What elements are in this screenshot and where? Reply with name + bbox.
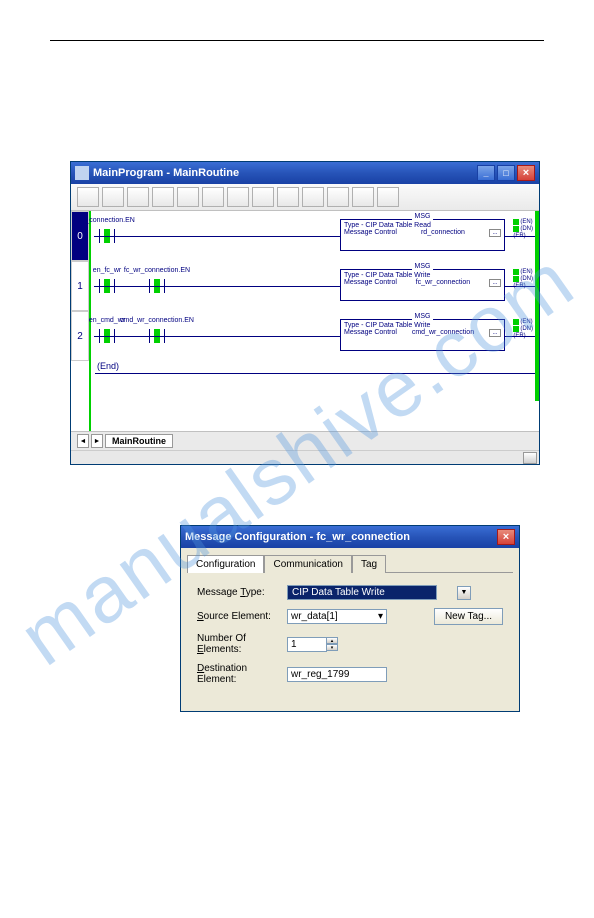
dest-element-input[interactable] [287, 667, 387, 682]
spin-up-icon[interactable]: ▴ [326, 637, 338, 644]
toolbar-btn[interactable] [302, 187, 324, 207]
dn-flag: (DN) [513, 226, 533, 232]
toolbar-btn[interactable] [202, 187, 224, 207]
rung-number[interactable]: 2 [71, 311, 89, 361]
minimize-button[interactable]: _ [477, 165, 495, 181]
tab-tag[interactable]: Tag [352, 555, 386, 573]
toolbar [71, 184, 539, 211]
contact-label: cmd_wr_connection.EN [120, 317, 194, 324]
toolbar-btn[interactable] [227, 187, 249, 207]
dropdown-icon[interactable]: ▼ [457, 586, 471, 600]
tab-communication[interactable]: Communication [264, 555, 351, 573]
new-tag-button[interactable]: New Tag... [434, 608, 503, 625]
toolbar-btn[interactable] [377, 187, 399, 207]
contact-label: fc_wr_connection.EN [124, 267, 190, 274]
browse-button[interactable]: ... [489, 329, 501, 337]
dialog-close-button[interactable]: × [497, 529, 515, 545]
contact-icon[interactable] [99, 229, 115, 243]
chevron-down-icon[interactable]: ▾ [378, 611, 383, 622]
ladder-area: 0 1 2 rd_connection.EN MSG Type - CIP Da… [71, 211, 539, 431]
contact-label: rd_connection.EN [79, 217, 135, 224]
browse-button[interactable]: ... [489, 229, 501, 237]
msg-instruction[interactable]: MSG Type - CIP Data Table Write Message … [340, 319, 505, 351]
toolbar-btn[interactable] [152, 187, 174, 207]
toolbar-btn[interactable] [102, 187, 124, 207]
toolbar-btn[interactable] [252, 187, 274, 207]
msg-instruction[interactable]: MSG Type - CIP Data Table Read Message C… [340, 219, 505, 251]
window-title: MainProgram - MainRoutine [93, 167, 477, 179]
source-element-label: Source Element: [197, 611, 287, 622]
er-flag: (ER) [513, 233, 533, 239]
tab-configuration[interactable]: Configuration [187, 555, 264, 573]
num-elements-label: Number Of Elements: [197, 633, 287, 655]
num-elements-input[interactable] [287, 637, 327, 652]
message-type-select[interactable]: CIP Data Table Write [287, 585, 437, 600]
rung-2[interactable]: en_cmd_wr cmd_wr_connection.EN MSG Type … [91, 311, 539, 361]
spin-down-icon[interactable]: ▾ [326, 644, 338, 651]
toolbar-btn[interactable] [77, 187, 99, 207]
message-type-label: Message Type: [197, 587, 287, 598]
horizontal-scrollbar[interactable] [71, 450, 539, 464]
tab-strip: ◄ ► MainRoutine [71, 431, 539, 450]
toolbar-btn[interactable] [327, 187, 349, 207]
rung-end: (End) [91, 361, 539, 401]
rung-gutter: 0 1 2 [71, 211, 89, 431]
rung-end [71, 361, 89, 411]
en-flag: (EN) [513, 219, 533, 225]
divider [50, 40, 544, 41]
contact-icon[interactable] [149, 329, 165, 343]
toolbar-btn[interactable] [352, 187, 374, 207]
routine-tab[interactable]: MainRoutine [105, 434, 173, 448]
config-form: Message Type: CIP Data Table Write ▼ Sou… [187, 573, 513, 705]
tab-prev-icon[interactable]: ◄ [77, 434, 89, 448]
app-icon [75, 166, 89, 180]
titlebar[interactable]: MainProgram - MainRoutine _ □ × [71, 162, 539, 184]
close-button[interactable]: × [517, 165, 535, 181]
browse-button[interactable]: ... [489, 279, 501, 287]
dest-element-label: Destination Element: [197, 663, 287, 685]
toolbar-btn[interactable] [177, 187, 199, 207]
dialog-title: Message Configuration - fc_wr_connection [185, 531, 497, 543]
contact-icon[interactable] [149, 279, 165, 293]
contact-icon[interactable] [99, 279, 115, 293]
dialog-titlebar[interactable]: Message Configuration - fc_wr_connection… [181, 526, 519, 548]
tab-next-icon[interactable]: ► [91, 434, 103, 448]
source-element-input[interactable]: wr_data[1]▾ [287, 609, 387, 624]
rung-1[interactable]: en_fc_wr fc_wr_connection.EN MSG Type - … [91, 261, 539, 311]
toolbar-btn[interactable] [277, 187, 299, 207]
contact-icon[interactable] [99, 329, 115, 343]
message-config-dialog: Message Configuration - fc_wr_connection… [180, 525, 520, 712]
contact-label: en_fc_wr [93, 267, 121, 274]
toolbar-btn[interactable] [127, 187, 149, 207]
dialog-tabs: Configuration Communication Tag [187, 554, 513, 573]
rung-number[interactable]: 1 [71, 261, 89, 311]
maximize-button[interactable]: □ [497, 165, 515, 181]
msg-instruction[interactable]: MSG Type - CIP Data Table Write Message … [340, 269, 505, 301]
ladder-editor-window: MainProgram - MainRoutine _ □ × 0 [70, 161, 540, 465]
rung-0[interactable]: rd_connection.EN MSG Type - CIP Data Tab… [91, 211, 539, 261]
